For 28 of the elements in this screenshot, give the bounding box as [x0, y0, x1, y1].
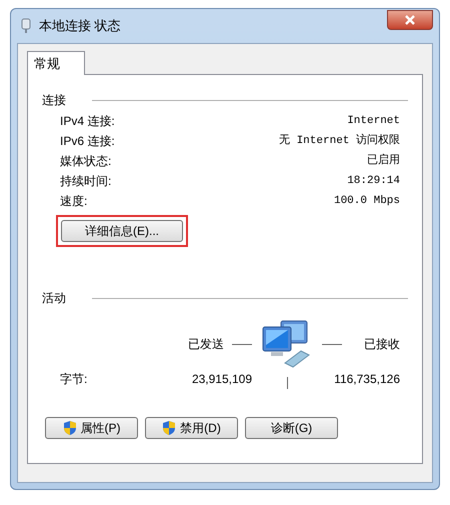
field-label: 持续时间:: [60, 173, 112, 190]
action-button[interactable]: 禁用(D): [145, 417, 238, 439]
close-icon: [404, 15, 416, 25]
sent-bytes: 23,915,109: [190, 371, 252, 388]
section-heading: 连接: [42, 92, 66, 109]
action-button[interactable]: 属性(P): [45, 417, 138, 439]
details-button[interactable]: 详细信息(E)...: [61, 220, 183, 242]
received-label: 已接收: [364, 336, 400, 353]
network-plug-icon: [21, 18, 31, 34]
bytes-label: 字节:: [60, 371, 88, 388]
sent-label: 已发送: [188, 336, 224, 353]
field-value: 已启用: [367, 152, 400, 169]
field-value: 18:29:14: [347, 174, 400, 189]
close-button[interactable]: [387, 10, 433, 30]
action-button[interactable]: 诊断(G): [245, 417, 338, 439]
field-label: 速度:: [60, 193, 88, 210]
shield-icon: [62, 420, 76, 436]
field-value: Internet: [347, 114, 400, 129]
field-label: 媒体状态:: [60, 153, 112, 170]
received-bytes: 116,735,126: [333, 371, 400, 388]
section-heading: 活动: [42, 290, 66, 307]
field-label: IPv6 连接:: [60, 133, 115, 150]
tab[interactable]: 常规: [27, 51, 85, 75]
field-label: IPv4 连接:: [60, 113, 115, 130]
shield-icon: [162, 420, 176, 436]
field-value: 100.0 Mbps: [334, 194, 400, 209]
field-value: 无 Internet 访问权限: [278, 132, 400, 149]
window-title: 本地连接 状态: [39, 17, 121, 36]
